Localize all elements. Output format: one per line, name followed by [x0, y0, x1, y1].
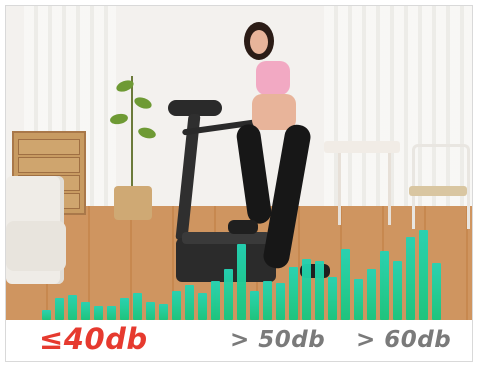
noise-bar — [237, 243, 246, 320]
noise-bar — [302, 259, 311, 320]
noise-bar — [432, 263, 441, 320]
noise-bar — [107, 306, 116, 320]
product-photo — [6, 6, 472, 320]
noise-bar — [250, 290, 259, 320]
noise-bar — [419, 229, 428, 320]
noise-bar — [341, 249, 350, 320]
noise-bar — [198, 292, 207, 320]
noise-bar — [406, 236, 415, 320]
noise-bar — [133, 292, 142, 320]
noise-bar — [172, 290, 181, 320]
noise-bar — [159, 304, 168, 320]
noise-bar — [55, 298, 64, 320]
noise-bar — [224, 269, 233, 320]
noise-bar — [211, 280, 220, 320]
product-card: ≤40db > 50db > 60db — [5, 5, 473, 362]
noise-bar — [263, 280, 272, 320]
noise-bar — [367, 269, 376, 320]
noise-bar — [146, 302, 155, 320]
noise-bar — [276, 282, 285, 320]
noise-bar — [328, 276, 337, 320]
noise-bar — [354, 278, 363, 320]
high-level-label: > 60db — [356, 327, 452, 353]
noise-bar — [120, 298, 129, 320]
noise-bar — [42, 310, 51, 320]
noise-bar — [81, 302, 90, 320]
noise-bar — [289, 267, 298, 320]
mid-level-label: > 50db — [230, 327, 326, 353]
noise-bar — [315, 261, 324, 320]
noise-bar — [94, 306, 103, 320]
noise-bar — [393, 261, 402, 320]
noise-level-bars — [6, 6, 472, 320]
noise-bar — [185, 284, 194, 320]
quiet-level-label: ≤40db — [39, 322, 148, 356]
noise-labels: ≤40db > 50db > 60db — [6, 320, 472, 361]
noise-bar — [380, 251, 389, 320]
noise-bar — [68, 294, 77, 320]
